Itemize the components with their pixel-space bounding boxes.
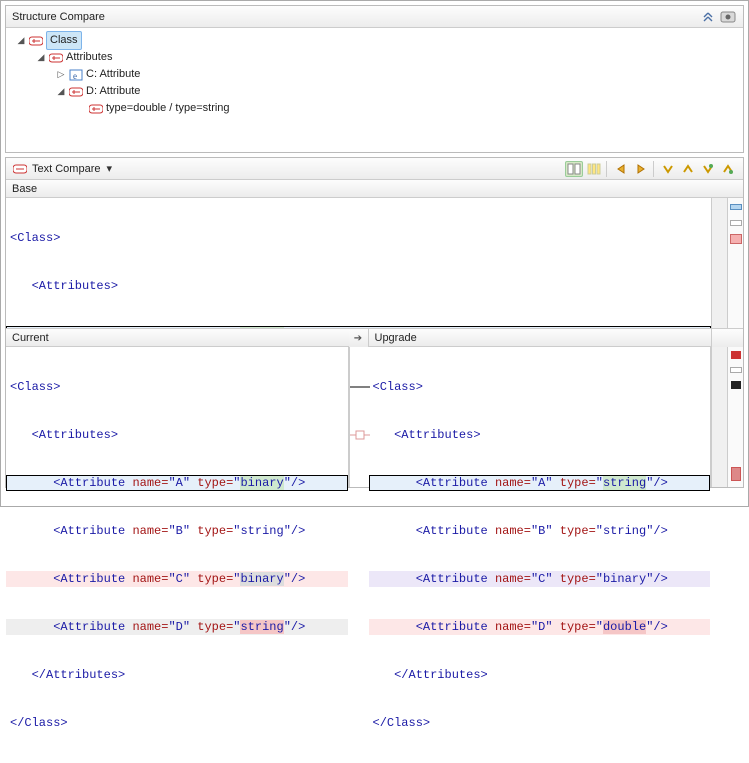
current-label: Current xyxy=(12,332,49,344)
diff-icon xyxy=(88,102,104,116)
text-compare-toolbar: Text Compare ▾ xyxy=(6,158,743,180)
next-diff-icon[interactable] xyxy=(659,161,677,177)
text-compare-title: Text Compare xyxy=(32,163,100,175)
current-editor[interactable]: <Class> <Attributes> <Attribute name="A"… xyxy=(6,347,349,487)
tree-node-attributes[interactable]: Attributes xyxy=(66,49,112,66)
dropdown-arrow-icon[interactable]: ▾ xyxy=(106,162,112,175)
prev-diff-icon[interactable] xyxy=(679,161,697,177)
copy-left-icon[interactable] xyxy=(612,161,630,177)
prev-change-icon[interactable] xyxy=(719,161,737,177)
three-way-icon[interactable] xyxy=(585,161,603,177)
svg-text:e: e xyxy=(73,71,77,81)
diff-icon xyxy=(48,51,64,65)
separator xyxy=(653,161,654,177)
next-change-icon[interactable] xyxy=(699,161,717,177)
diff-icon xyxy=(28,34,44,48)
twistie-icon[interactable]: ◢ xyxy=(14,32,28,49)
two-way-icon[interactable] xyxy=(565,161,583,177)
merge-arrow-icon[interactable]: ➔ xyxy=(354,333,362,344)
copy-right-icon[interactable] xyxy=(632,161,650,177)
current-header: Current xyxy=(6,329,349,347)
element-icon: e xyxy=(68,68,84,82)
structure-compare-title: Structure Compare xyxy=(12,11,697,23)
structure-compare-header: Structure Compare xyxy=(6,6,743,28)
merge-gutter[interactable] xyxy=(349,347,369,487)
base-label: Base xyxy=(12,183,37,195)
collapse-icon[interactable] xyxy=(699,9,717,25)
scrollbar[interactable] xyxy=(711,198,727,328)
upgrade-header: Upgrade xyxy=(369,329,712,347)
tree-node-c[interactable]: C: Attribute xyxy=(86,66,140,83)
overview-ruler[interactable] xyxy=(727,347,743,487)
tree-node-typediff[interactable]: type=double / type=string xyxy=(106,100,230,117)
structure-tree[interactable]: ◢ Class ◢ Attributes ▷ e C: Attribute ◢ … xyxy=(6,28,743,123)
overview-ruler[interactable] xyxy=(727,198,743,328)
twistie-closed-icon[interactable]: ▷ xyxy=(54,66,68,83)
diff-icon xyxy=(68,85,84,99)
tree-node-d[interactable]: D: Attribute xyxy=(86,83,140,100)
tree-node-class[interactable]: Class xyxy=(46,31,82,50)
scrollbar[interactable] xyxy=(711,347,727,487)
diff-icon xyxy=(12,162,28,176)
base-header: Base xyxy=(6,180,743,198)
structure-compare-panel: Structure Compare ◢ Class ◢ Attributes ▷… xyxy=(5,5,744,153)
swap-icon[interactable] xyxy=(719,9,737,25)
twistie-icon[interactable]: ◢ xyxy=(54,83,68,100)
separator xyxy=(606,161,607,177)
text-compare-panel: Text Compare ▾ Base <Class> <Attributes>… xyxy=(5,157,744,488)
upgrade-editor[interactable]: <Class> <Attributes> <Attribute name="A"… xyxy=(369,347,712,487)
twistie-icon[interactable]: ◢ xyxy=(34,49,48,66)
base-editor[interactable]: <Class> <Attributes> <Attribute name="A"… xyxy=(6,198,711,328)
upgrade-label: Upgrade xyxy=(375,332,417,344)
